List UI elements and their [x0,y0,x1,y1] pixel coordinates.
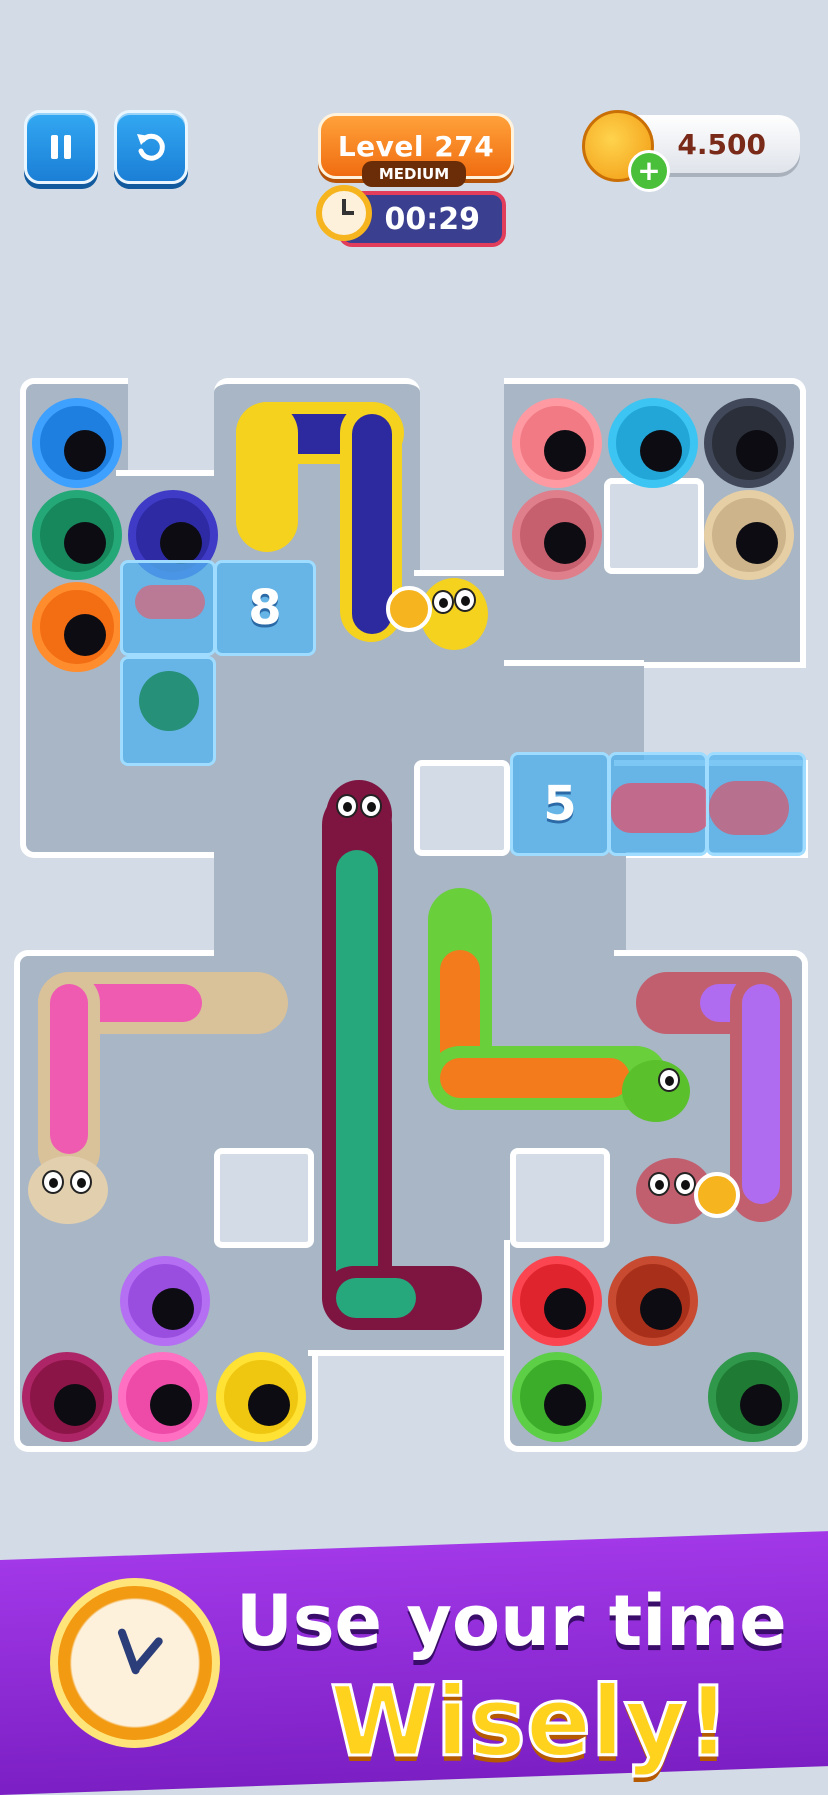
lime-hole[interactable] [512,1352,602,1442]
lizard-head [326,780,392,850]
green-hole[interactable] [32,490,122,580]
empty-gap [214,1148,314,1248]
ice-block [608,752,711,856]
banner-subtitle: Wisely! [328,1665,731,1780]
ice-block [706,752,806,856]
maroon-hole[interactable] [22,1352,112,1442]
darkgreen-hole[interactable] [708,1352,798,1442]
lizard-stripe [336,1278,416,1318]
lizard-head [28,1156,108,1224]
red-hole[interactable] [512,1256,602,1346]
timer-badge-icon [386,586,432,632]
stopwatch-icon [50,1578,220,1748]
coin-value: 4.500 [677,127,766,161]
lizard-stripe [336,850,378,1320]
empty-gap [510,1148,610,1248]
timer-value: 00:29 [384,201,481,237]
lizard-stripe [352,414,392,634]
restart-icon [137,133,165,161]
restart-button[interactable] [114,110,188,184]
empty-gap [414,760,510,856]
black-hole[interactable] [704,398,794,488]
rose-hole[interactable] [512,490,602,580]
pink-hole[interactable] [118,1352,208,1442]
ice-block [120,656,216,766]
pause-button[interactable] [24,110,98,184]
cyan-hole[interactable] [608,398,698,488]
ice-counter: 5 [543,776,577,832]
salmon-hole[interactable] [512,398,602,488]
banner-title: Use your time [236,1580,787,1662]
orange-hole[interactable] [32,582,122,672]
timer-badge-icon [694,1172,740,1218]
lizard-head [622,1060,690,1122]
difficulty-badge: MEDIUM [362,161,466,187]
ice-counter-block: 8 [214,560,316,656]
purple-hole[interactable] [120,1256,210,1346]
lizard-body [236,402,298,552]
ice-block [120,560,216,656]
pause-icon [51,135,71,159]
blue-hole[interactable] [32,398,122,488]
empty-gap [604,478,704,574]
tan-hole[interactable] [704,490,794,580]
add-coins-button[interactable]: + [628,150,670,192]
ice-counter-block: 5 [510,752,610,856]
lizard-stripe [742,984,780,1204]
brown-hole[interactable] [608,1256,698,1346]
stopwatch-icon [316,185,372,241]
lizard-stripe [440,1058,630,1098]
yellow-hole[interactable] [216,1352,306,1442]
lizard-stripe [50,984,88,1154]
ice-counter: 8 [248,580,282,636]
